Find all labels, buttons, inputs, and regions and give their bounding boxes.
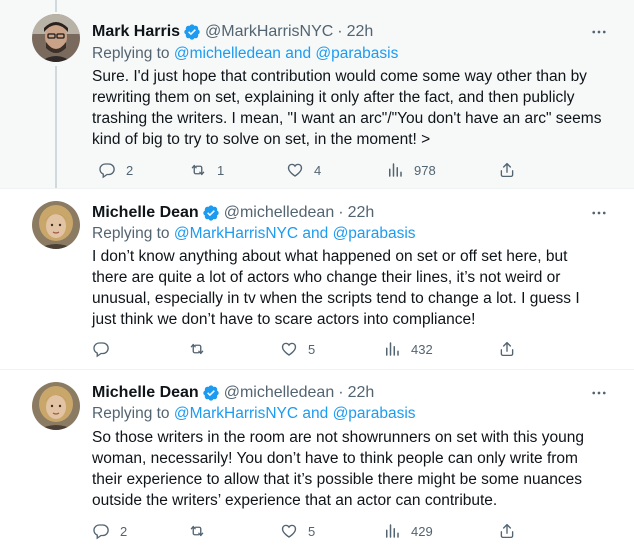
replying-to: Replying to @michelledean and @parabasis — [92, 45, 398, 63]
tweet-text-line: outside the writers’ experience that an … — [92, 492, 498, 509]
avatar-mark-harris[interactable] — [32, 14, 80, 62]
tweet-text-line: Sure. I'd just hope that contribution wo… — [92, 68, 587, 85]
like-button[interactable]: 4 — [286, 160, 321, 180]
replying-to-link[interactable]: @MarkHarrisNYC and @parabasis — [174, 225, 416, 242]
tweet-text-line: there are quite a lot of actors who chan… — [92, 269, 561, 286]
retweet-icon — [191, 164, 205, 176]
avatar-michelle-dean[interactable] — [32, 382, 80, 430]
share-icon — [500, 162, 514, 178]
tweet-michelle-dean-2[interactable]: Michelle Dean @michelledean · 22h Replyi… — [0, 369, 634, 552]
verified-badge-icon — [183, 23, 201, 41]
tweet-text-line: trashing the writers. I mean, "I want an… — [92, 110, 602, 127]
tweet-header: Michelle Dean @michelledean · 22h — [92, 202, 374, 224]
retweet-button[interactable] — [188, 339, 216, 359]
like-count: 4 — [314, 162, 322, 178]
replying-to-link[interactable]: @MarkHarrisNYC and @parabasis — [174, 405, 416, 422]
tweet-text-line: just think we don’t have to scare actors… — [92, 311, 476, 328]
tweet-text: So those writers in the room are not sho… — [92, 427, 612, 511]
replying-to: Replying to @MarkHarrisNYC and @parabasi… — [92, 225, 416, 243]
verified-badge-icon — [202, 204, 220, 222]
share-button[interactable] — [498, 160, 516, 180]
like-icon — [281, 524, 297, 538]
reply-count: 2 — [126, 162, 134, 178]
separator-dot: · — [338, 204, 344, 221]
share-icon — [500, 523, 514, 539]
replying-to-label: Replying to — [92, 45, 174, 62]
timestamp[interactable]: 22h — [348, 204, 375, 222]
views-button[interactable]: 429 — [383, 521, 433, 541]
display-name[interactable]: Michelle Dean — [92, 384, 199, 402]
views-count: 432 — [411, 341, 433, 357]
more-icon[interactable] — [590, 204, 608, 222]
display-name[interactable]: Michelle Dean — [92, 204, 199, 222]
share-icon — [500, 341, 514, 357]
verified-badge-icon — [202, 384, 220, 402]
separator-dot: · — [337, 23, 343, 40]
tweet-text: I don’t know anything about what happene… — [92, 246, 612, 330]
share-button[interactable] — [498, 521, 516, 541]
tweet-text-line: So those writers in the room are not sho… — [92, 429, 584, 446]
tweet-text-line: kind of big to try to solve on set, in t… — [92, 131, 431, 148]
views-icon — [389, 163, 402, 177]
reply-button[interactable]: 2 — [98, 160, 133, 180]
views-button[interactable]: 432 — [383, 339, 433, 359]
tweet-text-line: their experience to allow that it’s poss… — [92, 471, 582, 488]
replying-to: Replying to @MarkHarrisNYC and @parabasi… — [92, 405, 416, 423]
reply-button[interactable]: 2 — [92, 521, 127, 541]
reply-icon — [93, 524, 109, 540]
tweet-header: Michelle Dean @michelledean · 22h — [92, 382, 374, 404]
retweet-icon — [190, 525, 204, 537]
display-name[interactable]: Mark Harris — [92, 23, 180, 41]
retweet-button[interactable] — [188, 521, 216, 541]
reply-button[interactable] — [92, 339, 120, 359]
user-handle[interactable]: @michelledean — [224, 384, 335, 402]
retweet-count: 1 — [217, 162, 225, 178]
tweet-actions: 2 1 4 978 — [92, 160, 522, 180]
like-count: 5 — [308, 341, 316, 357]
timestamp[interactable]: 22h — [347, 23, 374, 41]
thread-line-top — [55, 0, 57, 12]
views-count: 978 — [414, 162, 436, 178]
reply-icon — [93, 342, 109, 358]
like-count: 5 — [308, 523, 316, 539]
replying-to-label: Replying to — [92, 405, 174, 422]
tweet-text-line: I don’t know anything about what happene… — [92, 248, 568, 265]
tweet-michelle-dean-1[interactable]: Michelle Dean @michelledean · 22h Replyi… — [0, 188, 634, 369]
more-icon[interactable] — [590, 384, 608, 402]
tweet-actions: 2 5 429 — [92, 521, 522, 541]
views-icon — [386, 342, 399, 356]
user-handle[interactable]: @MarkHarrisNYC — [205, 23, 333, 41]
replying-to-link[interactable]: @michelledean and @parabasis — [174, 45, 399, 62]
more-icon[interactable] — [590, 23, 608, 41]
tweet-mark-harris[interactable]: Mark Harris @MarkHarrisNYC · 22h Replyin… — [0, 0, 634, 188]
user-handle[interactable]: @michelledean — [224, 204, 335, 222]
avatar-michelle-dean[interactable] — [32, 201, 80, 249]
retweet-button[interactable]: 1 — [189, 160, 224, 180]
like-icon — [281, 342, 297, 356]
separator-dot: · — [338, 384, 344, 401]
reply-count: 2 — [120, 523, 128, 539]
views-button[interactable]: 978 — [386, 160, 436, 180]
retweet-icon — [190, 343, 204, 355]
share-button[interactable] — [498, 339, 516, 359]
tweet-text-line: unusual, especially in tv when the scrip… — [92, 290, 580, 307]
like-button[interactable]: 5 — [280, 521, 315, 541]
like-button[interactable]: 5 — [280, 339, 315, 359]
replying-to-label: Replying to — [92, 225, 174, 242]
tweet-text-line: rewriting them on set, explaining it onl… — [92, 89, 575, 106]
tweet-actions: 5 432 — [92, 339, 522, 359]
thread-line-bottom — [55, 66, 57, 188]
timestamp[interactable]: 22h — [348, 384, 375, 402]
tweet-text-line: woman, necessarily! You don’t have to th… — [92, 450, 578, 467]
views-icon — [386, 524, 399, 538]
reply-icon — [99, 163, 115, 179]
views-count: 429 — [411, 523, 433, 539]
like-icon — [287, 163, 303, 177]
tweet-text: Sure. I'd just hope that contribution wo… — [92, 66, 612, 150]
tweet-header: Mark Harris @MarkHarrisNYC · 22h — [92, 21, 373, 43]
